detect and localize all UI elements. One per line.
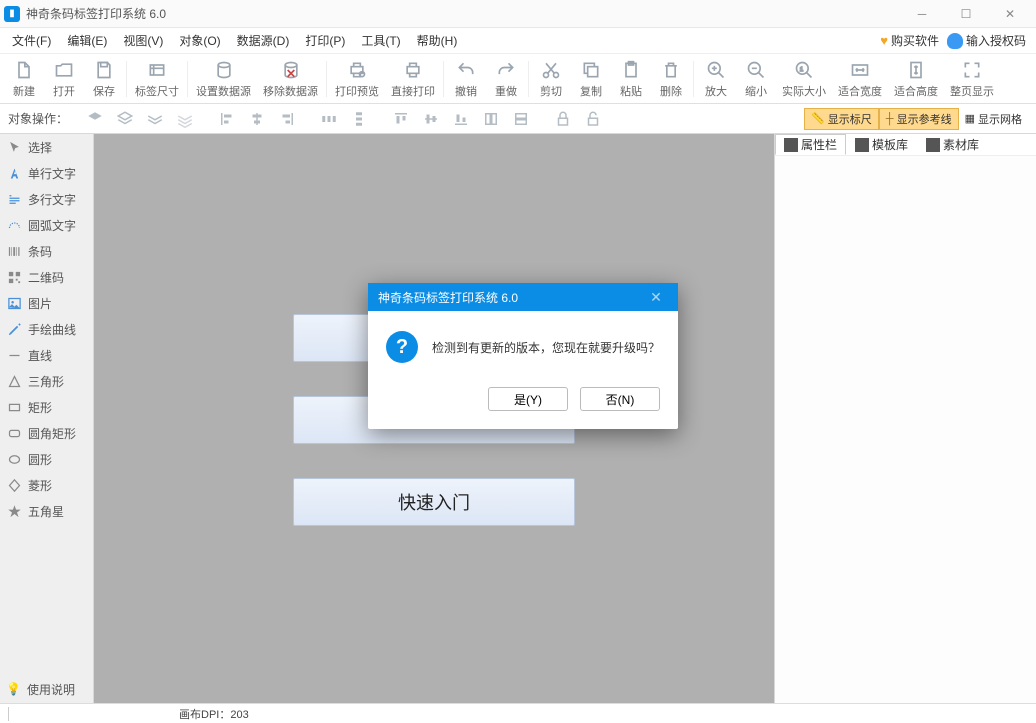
update-dialog: 神奇条码标签打印系统 6.0 ✕ ? 检测到有更新的版本，您现在就要升级吗？ 是…: [368, 283, 678, 429]
dialog-no-button[interactable]: 否(N): [580, 387, 660, 411]
dialog-titlebar: 神奇条码标签打印系统 6.0 ✕: [368, 283, 678, 311]
dialog-title: 神奇条码标签打印系统 6.0: [378, 289, 644, 306]
dialog-yes-button[interactable]: 是(Y): [488, 387, 568, 411]
dialog-overlay: 神奇条码标签打印系统 6.0 ✕ ? 检测到有更新的版本，您现在就要升级吗？ 是…: [0, 0, 1036, 723]
dialog-close-button[interactable]: ✕: [644, 289, 668, 306]
dialog-message: 检测到有更新的版本，您现在就要升级吗？: [432, 339, 660, 356]
question-icon: ?: [386, 331, 418, 363]
